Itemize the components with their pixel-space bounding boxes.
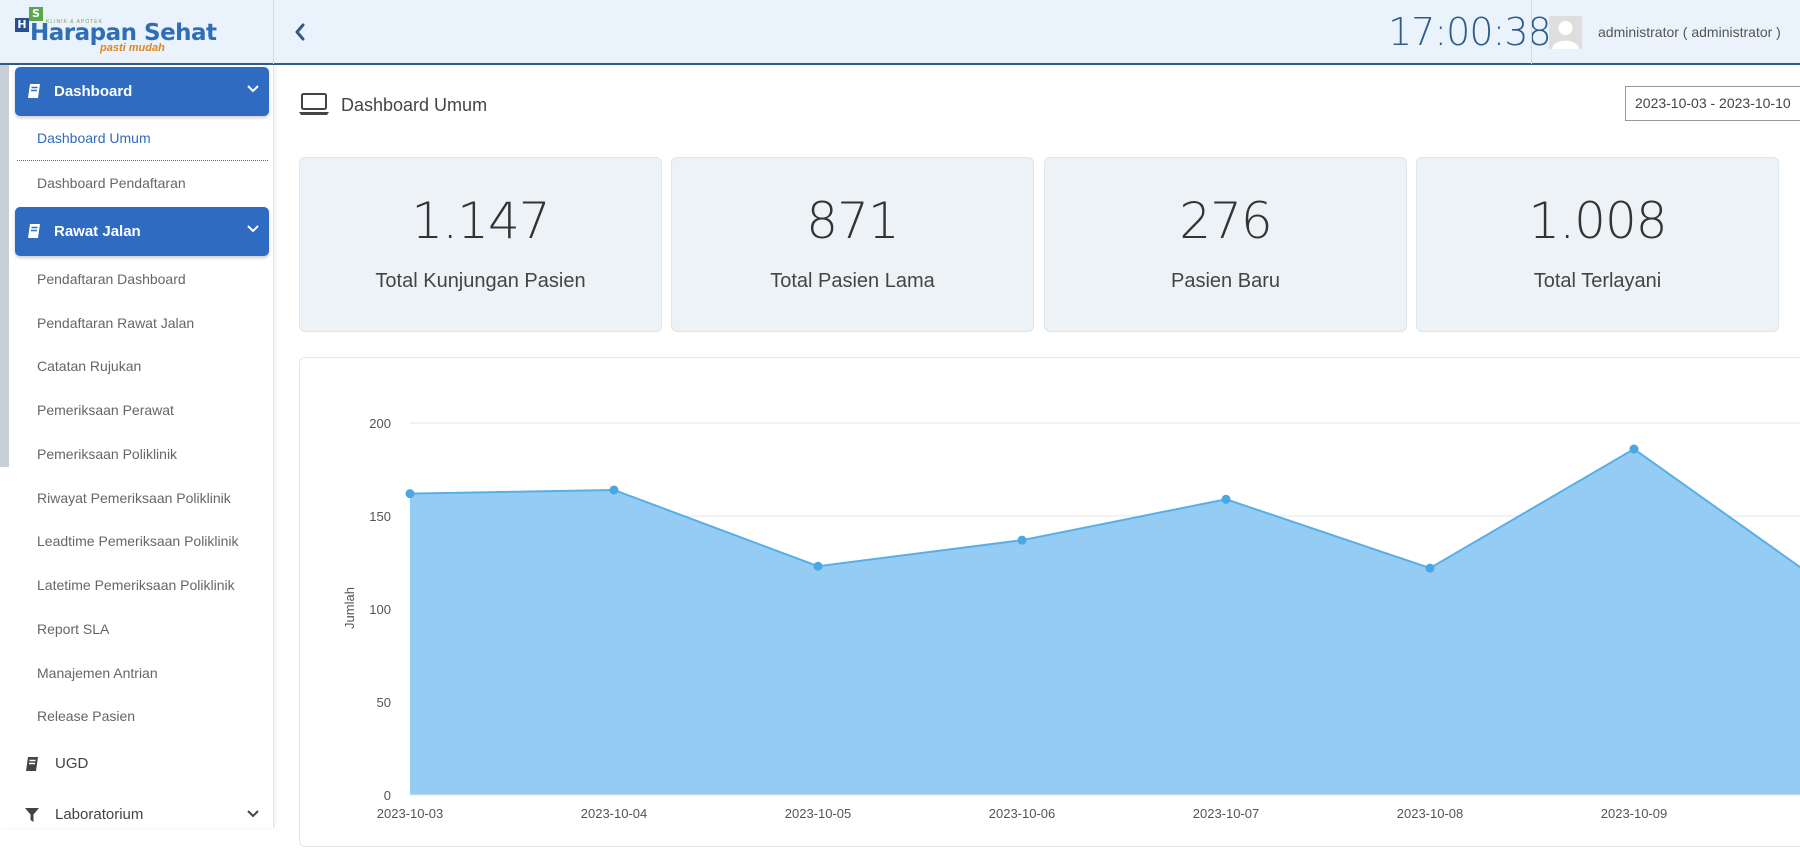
top-bar: S H KLINIK & APOTEK Harapan Sehat pasti … bbox=[0, 0, 1800, 65]
sidebar-item-dashboard-umum[interactable]: Dashboard Umum bbox=[37, 130, 151, 146]
avatar bbox=[1549, 16, 1582, 49]
sidebar-item-label: Laboratorium bbox=[55, 806, 144, 823]
x-tick-label: 2023-10-03 bbox=[377, 806, 444, 821]
data-point bbox=[813, 561, 823, 571]
chart-panel: 0 50 100 150 200 Jumlah 2023-10-03 2023-10-04 20… bbox=[299, 357, 1800, 847]
stat-card-total-kunjungan: 1.147 Total Kunjungan Pasien bbox=[299, 157, 662, 332]
chevron-down-icon bbox=[247, 85, 259, 93]
data-point bbox=[1629, 444, 1639, 454]
sidebar-group-label: Rawat Jalan bbox=[54, 223, 141, 240]
stat-value: 1.147 bbox=[411, 192, 550, 250]
user-menu[interactable]: administrator ( administrator ) bbox=[1531, 0, 1800, 64]
stat-label: Total Terlayani bbox=[1533, 270, 1662, 292]
book-icon bbox=[28, 84, 40, 98]
area-chart: 0 50 100 150 200 Jumlah 2023-10-03 2023-10-04 20… bbox=[342, 416, 1800, 821]
y-tick-label: 150 bbox=[369, 509, 391, 524]
data-point bbox=[1017, 535, 1027, 545]
stat-card-total-pasien-lama: 871 Total Pasien Lama bbox=[671, 157, 1034, 332]
y-tick-label: 0 bbox=[384, 788, 391, 803]
sidebar-item-manajemen-antrian[interactable]: Manajemen Antrian bbox=[37, 665, 158, 681]
chevron-left-icon bbox=[295, 23, 305, 41]
user-name: administrator ( administrator ) bbox=[1598, 24, 1781, 40]
sidebar-group-dashboard[interactable]: Dashboard bbox=[15, 67, 269, 116]
x-tick-label: 2023-10-08 bbox=[1397, 806, 1464, 821]
sidebar-item-latetime-pemeriksaan-poliklinik[interactable]: Latetime Pemeriksaan Poliklinik bbox=[37, 577, 235, 593]
sidebar-item-dashboard-pendaftaran[interactable]: Dashboard Pendaftaran bbox=[37, 175, 186, 191]
active-item-underline bbox=[17, 160, 268, 161]
stat-value: 871 bbox=[806, 192, 899, 250]
brand-tagline: pasti mudah bbox=[100, 42, 165, 54]
laptop-icon bbox=[299, 93, 329, 115]
y-tick-label: 100 bbox=[369, 602, 391, 617]
x-tick-label: 2023-10-05 bbox=[785, 806, 852, 821]
sidebar-item-report-sla[interactable]: Report SLA bbox=[37, 621, 109, 637]
stat-label: Pasien Baru bbox=[1171, 270, 1280, 292]
stat-value: 276 bbox=[1179, 192, 1272, 250]
chevron-down-icon bbox=[247, 810, 259, 818]
data-point bbox=[405, 489, 415, 499]
sidebar-item-pemeriksaan-poliklinik[interactable]: Pemeriksaan Poliklinik bbox=[37, 446, 177, 462]
data-point bbox=[609, 485, 619, 495]
stat-label: Total Pasien Lama bbox=[770, 270, 935, 292]
logo-letter-h: H bbox=[15, 18, 29, 32]
book-icon bbox=[26, 757, 38, 771]
sidebar-item-leadtime-pemeriksaan-poliklinik[interactable]: Leadtime Pemeriksaan Poliklinik bbox=[37, 533, 239, 549]
stat-label: Total Kunjungan Pasien bbox=[375, 270, 586, 292]
logo-letter-s: S bbox=[29, 7, 43, 21]
stat-card-total-terlayani: 1.008 Total Terlayani bbox=[1416, 157, 1779, 332]
series-area bbox=[410, 449, 1800, 795]
x-tick-label: 2023-10-06 bbox=[989, 806, 1056, 821]
sidebar-item-catatan-rujukan[interactable]: Catatan Rujukan bbox=[37, 358, 141, 374]
x-tick-label: 2023-10-04 bbox=[581, 806, 648, 821]
x-tick-label: 2023-10-09 bbox=[1601, 806, 1668, 821]
sidebar-item-release-pasien[interactable]: Release Pasien bbox=[37, 708, 135, 724]
date-range-input[interactable]: 2023-10-03 - 2023-10-10 bbox=[1625, 86, 1800, 121]
x-tick-label: 2023-10-07 bbox=[1193, 806, 1260, 821]
y-axis-label: Jumlah bbox=[342, 587, 357, 629]
y-tick-label: 50 bbox=[377, 695, 391, 710]
stat-card-pasien-baru: 276 Pasien Baru bbox=[1044, 157, 1407, 332]
book-icon bbox=[28, 224, 40, 238]
sidebar-scrollbar[interactable] bbox=[0, 65, 9, 467]
data-point bbox=[1221, 494, 1231, 504]
sidebar-item-riwayat-pemeriksaan-poliklinik[interactable]: Riwayat Pemeriksaan Poliklinik bbox=[37, 490, 231, 506]
data-point bbox=[1425, 563, 1435, 573]
brand-logo[interactable]: S H KLINIK & APOTEK Harapan Sehat pasti … bbox=[0, 0, 274, 64]
sidebar-collapse-button[interactable] bbox=[288, 18, 312, 46]
stat-value: 1.008 bbox=[1528, 192, 1667, 250]
sidebar-item-pendaftaran-dashboard[interactable]: Pendaftaran Dashboard bbox=[37, 271, 186, 287]
chevron-down-icon bbox=[247, 225, 259, 233]
sidebar-group-label: Dashboard bbox=[54, 83, 133, 100]
y-tick-label: 200 bbox=[369, 416, 391, 431]
sidebar-item-label: UGD bbox=[55, 755, 89, 772]
page-title: Dashboard Umum bbox=[341, 95, 488, 115]
header-clock: 17:00:38 bbox=[1388, 10, 1552, 54]
sidebar-item-pemeriksaan-perawat[interactable]: Pemeriksaan Perawat bbox=[37, 402, 174, 418]
sidebar-item-pendaftaran-rawat-jalan[interactable]: Pendaftaran Rawat Jalan bbox=[37, 315, 194, 331]
filter-icon bbox=[25, 808, 39, 822]
sidebar-group-rawat-jalan[interactable]: Rawat Jalan bbox=[15, 207, 269, 256]
